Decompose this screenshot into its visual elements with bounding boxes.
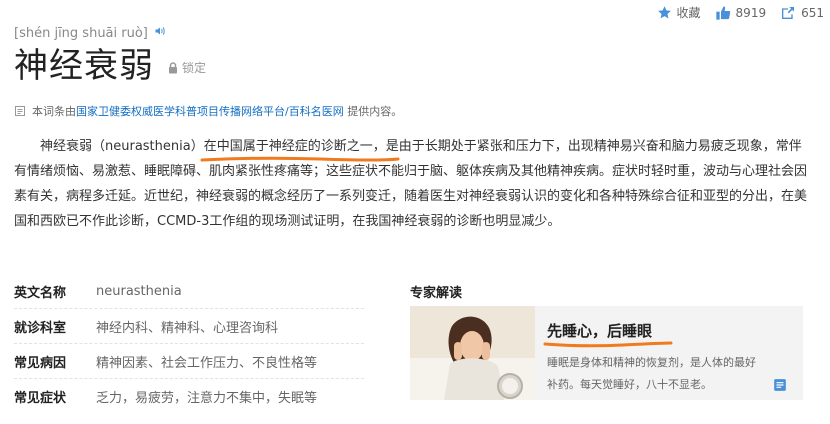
info-value: 乏力，易疲劳，注意力不集中，失眠等 (96, 391, 318, 406)
thumb-up-icon (715, 5, 730, 20)
note-icon[interactable] (773, 378, 787, 392)
info-value: 神经内科、精神科、心理咨询科 (96, 320, 279, 336)
info-value: 精神因素、社会工作压力、不良性格等 (96, 355, 318, 371)
source-note: 本词条由国家卫健委权威医学科普项目传播网络平台/百科名医网 提供内容。 (14, 103, 402, 119)
like-button[interactable]: 8919 (715, 5, 767, 21)
source-suffix: 提供内容。 (343, 105, 403, 118)
info-row: 常见病因 精神因素、社会工作压力、不良性格等 (14, 344, 364, 379)
info-label: 英文名称 (14, 285, 67, 301)
intro-highlight: 在中国属于神经症的诊断之一 (203, 139, 373, 154)
underline-annotation (200, 156, 400, 162)
share-button[interactable]: 651 (780, 5, 824, 21)
expert-card[interactable]: 先睡心，后睡眼 睡眠是身体和精神的恢复剂，是人体的最好 补药。每天觉睡好，八十不… (410, 306, 803, 400)
star-icon (657, 6, 671, 19)
intro-part1: 神经衰弱（neurasthenia） (40, 139, 204, 154)
expert-text: 先睡心，后睡眼 睡眠是身体和精神的恢复剂，是人体的最好 补药。每天觉睡好，八十不… (535, 306, 803, 400)
expert-section-title: 专家解读 (410, 286, 463, 301)
title-row: 神经衰弱 锁定 (14, 44, 206, 88)
info-row: 就诊科室 神经内科、精神科、心理咨询科 (14, 309, 364, 344)
collect-button[interactable]: 收藏 (657, 4, 701, 21)
page-title: 神经衰弱 (14, 46, 154, 86)
lock-label: 锁定 (182, 61, 207, 75)
basic-info-table: 英文名称 neurasthenia 就诊科室 神经内科、精神科、心理咨询科 常见… (14, 274, 364, 414)
lock-icon (169, 61, 177, 73)
info-label: 常见病因 (14, 355, 67, 371)
pinyin-row: [shén jīng shuāi ruò] (14, 25, 166, 41)
source-org-link[interactable]: 国家卫健委权威医学科普项目传播网络平台/百科名医网 (76, 105, 344, 118)
info-row: 英文名称 neurasthenia (14, 274, 364, 309)
collect-label: 收藏 (676, 6, 701, 20)
info-label: 常见症状 (14, 391, 67, 406)
info-value: neurasthenia (96, 283, 182, 299)
underline-annotation (543, 341, 673, 348)
document-icon (15, 106, 25, 116)
speaker-icon[interactable] (154, 25, 166, 41)
intro-paragraph: 神经衰弱（neurasthenia）在中国属于神经症的诊断之一 ，是由于长期处于紧… (14, 134, 814, 234)
info-row: 常见症状 乏力，易疲劳，注意力不集中，失眠等 (14, 379, 364, 414)
source-prefix: 本词条由 (32, 105, 76, 118)
expert-headline: 先睡心，后睡眼 (547, 322, 653, 340)
share-icon (782, 6, 795, 19)
pinyin-text: [shén jīng shuāi ruò] (14, 25, 148, 41)
info-label: 就诊科室 (14, 320, 67, 336)
top-actions: 收藏 8919 651 (657, 4, 824, 21)
expert-thumbnail (410, 306, 535, 400)
expert-desc-line: 补药。每天觉睡好，八十不显老。 (547, 378, 712, 391)
like-count: 8919 (735, 5, 767, 20)
share-count: 651 (801, 5, 824, 20)
expert-desc-line: 睡眠是身体和精神的恢复剂，是人体的最好 (547, 356, 756, 369)
lock-status: 锁定 (168, 59, 206, 76)
